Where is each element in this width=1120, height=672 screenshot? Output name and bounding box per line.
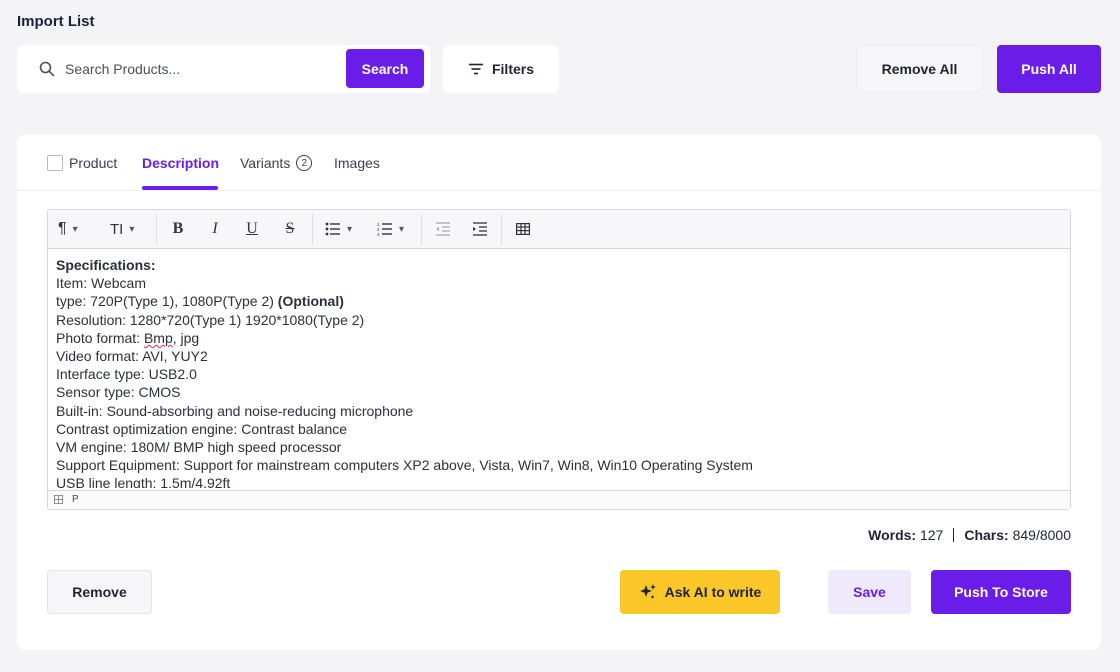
ask-ai-button[interactable]: Ask AI to write bbox=[620, 570, 780, 614]
editor-line: Resolution: 1280*720(Type 1) 1920*1080(T… bbox=[56, 311, 365, 328]
bold-icon[interactable]: B bbox=[168, 218, 188, 240]
text-size-icon: TI bbox=[110, 220, 124, 238]
sparkle-icon bbox=[639, 584, 656, 599]
italic-icon[interactable]: I bbox=[205, 218, 225, 240]
svg-text:3: 3 bbox=[377, 232, 380, 236]
word-char-counter: Words: 127 Chars: 849/8000 bbox=[868, 527, 1071, 543]
page-title: Import List bbox=[17, 13, 95, 30]
chevron-down-icon: ▾ bbox=[399, 223, 405, 235]
tab-images[interactable]: Images bbox=[334, 155, 380, 171]
editor-line: Built-in: Sound-absorbing and noise-redu… bbox=[56, 402, 414, 419]
editor-line: Support Equipment: Support for mainstrea… bbox=[56, 457, 753, 474]
active-tab-indicator bbox=[142, 186, 218, 190]
filters-label: Filters bbox=[491, 61, 534, 77]
editor-line: VM engine: 180M/ BMP high speed processo… bbox=[56, 439, 342, 456]
search-box: Search bbox=[17, 45, 430, 93]
underline-icon[interactable]: U bbox=[242, 218, 262, 240]
save-button[interactable]: Save bbox=[828, 570, 911, 614]
editor-line: Video format: AVI, YUY2 bbox=[56, 348, 208, 365]
tab-variants-label: Variants bbox=[240, 155, 291, 171]
chevron-down-icon: ▾ bbox=[72, 223, 78, 235]
tab-images-label: Images bbox=[334, 155, 380, 171]
bullet-list-icon bbox=[325, 222, 340, 236]
words-value: 127 bbox=[919, 527, 944, 543]
push-all-button[interactable]: Push All bbox=[997, 45, 1101, 93]
toolbar-divider bbox=[501, 214, 502, 245]
numbered-list-dropdown[interactable]: 1 2 3 ▾ bbox=[377, 218, 404, 240]
counter-divider bbox=[953, 528, 955, 542]
editor-line: Interface type: USB2.0 bbox=[56, 366, 197, 383]
tab-description-label: Description bbox=[142, 155, 220, 171]
editor-statusbar: P bbox=[48, 490, 1070, 509]
editor-line: USB line length: 1.5m/4.92ft bbox=[56, 475, 231, 488]
toolbar-divider bbox=[312, 214, 313, 245]
filters-button[interactable]: Filters bbox=[443, 45, 559, 93]
tab-variants[interactable]: Variants 2 bbox=[240, 155, 313, 171]
remove-all-button[interactable]: Remove All bbox=[856, 45, 983, 93]
paragraph-format-dropdown[interactable]: ¶ ▾ bbox=[58, 218, 78, 240]
tab-description[interactable]: Description bbox=[142, 155, 219, 171]
search-button[interactable]: Search bbox=[346, 49, 424, 88]
editor-line: type: 720P(Type 1), 1080P(Type 2) (Optio… bbox=[56, 293, 344, 310]
editor-line: Item: Webcam bbox=[56, 275, 146, 292]
product-card: Product Description Variants 2 Images ¶ ▾… bbox=[17, 135, 1101, 650]
words-label: Words: bbox=[868, 527, 917, 543]
remove-button[interactable]: Remove bbox=[47, 570, 152, 614]
editor-line: Photo format: Bmp, jpg bbox=[56, 329, 200, 346]
chars-value: 849/8000 bbox=[1012, 527, 1071, 543]
numbered-list-icon: 1 2 3 bbox=[377, 222, 392, 236]
editor-toolbar: ¶ ▾ TI ▾ B I U S ▾ 1 2 3 ▾ bbox=[48, 210, 1070, 249]
rich-text-editor: ¶ ▾ TI ▾ B I U S ▾ 1 2 3 ▾ Specification… bbox=[47, 209, 1071, 510]
outdent-icon[interactable] bbox=[434, 218, 452, 240]
toolbar-divider bbox=[421, 214, 422, 245]
tab-product-label: Product bbox=[69, 155, 118, 171]
ask-ai-label: Ask AI to write bbox=[664, 584, 762, 600]
strikethrough-icon[interactable]: S bbox=[280, 218, 300, 240]
paragraph-icon: ¶ bbox=[58, 220, 67, 237]
tab-bar: Product Description Variants 2 Images bbox=[17, 135, 1101, 191]
table-icon[interactable] bbox=[514, 218, 532, 240]
chevron-down-icon: ▾ bbox=[347, 223, 353, 235]
toolbar-divider bbox=[156, 214, 157, 245]
variants-count-badge: 2 bbox=[296, 155, 313, 171]
grid-icon[interactable] bbox=[54, 495, 63, 504]
filter-icon bbox=[468, 63, 483, 75]
editor-content[interactable]: Specifications: Item: Webcam type: 720P(… bbox=[56, 256, 1060, 488]
chevron-down-icon: ▾ bbox=[129, 223, 135, 235]
editor-line: Contrast optimization engine: Contrast b… bbox=[56, 420, 348, 437]
tab-product[interactable]: Product bbox=[47, 155, 117, 171]
push-to-store-button[interactable]: Push To Store bbox=[931, 570, 1071, 614]
text-size-dropdown[interactable]: TI ▾ bbox=[110, 218, 134, 240]
product-checkbox[interactable] bbox=[47, 155, 63, 171]
editor-line: Specifications: bbox=[56, 257, 156, 273]
editor-line: Sensor type: CMOS bbox=[56, 384, 181, 401]
search-input[interactable] bbox=[65, 57, 340, 81]
search-icon bbox=[39, 61, 55, 77]
element-path[interactable]: P bbox=[72, 494, 79, 505]
indent-icon[interactable] bbox=[471, 218, 489, 240]
bullet-list-dropdown[interactable]: ▾ bbox=[325, 218, 352, 240]
chars-label: Chars: bbox=[964, 527, 1009, 543]
